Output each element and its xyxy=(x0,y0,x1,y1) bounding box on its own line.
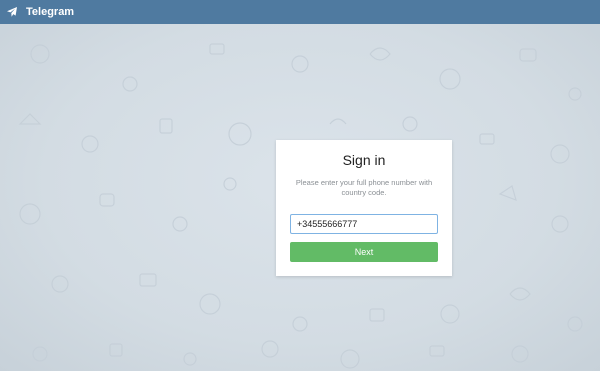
sign-in-dialog: Sign in Please enter your full phone num… xyxy=(276,140,452,276)
sign-in-description: Please enter your full phone number with… xyxy=(295,178,433,197)
phone-number-input[interactable] xyxy=(290,214,438,234)
next-button[interactable]: Next xyxy=(290,242,438,262)
app-header: Telegram xyxy=(0,0,600,24)
sign-in-title: Sign in xyxy=(342,152,386,168)
app-title: Telegram xyxy=(26,6,75,18)
paper-plane-icon xyxy=(5,6,18,19)
